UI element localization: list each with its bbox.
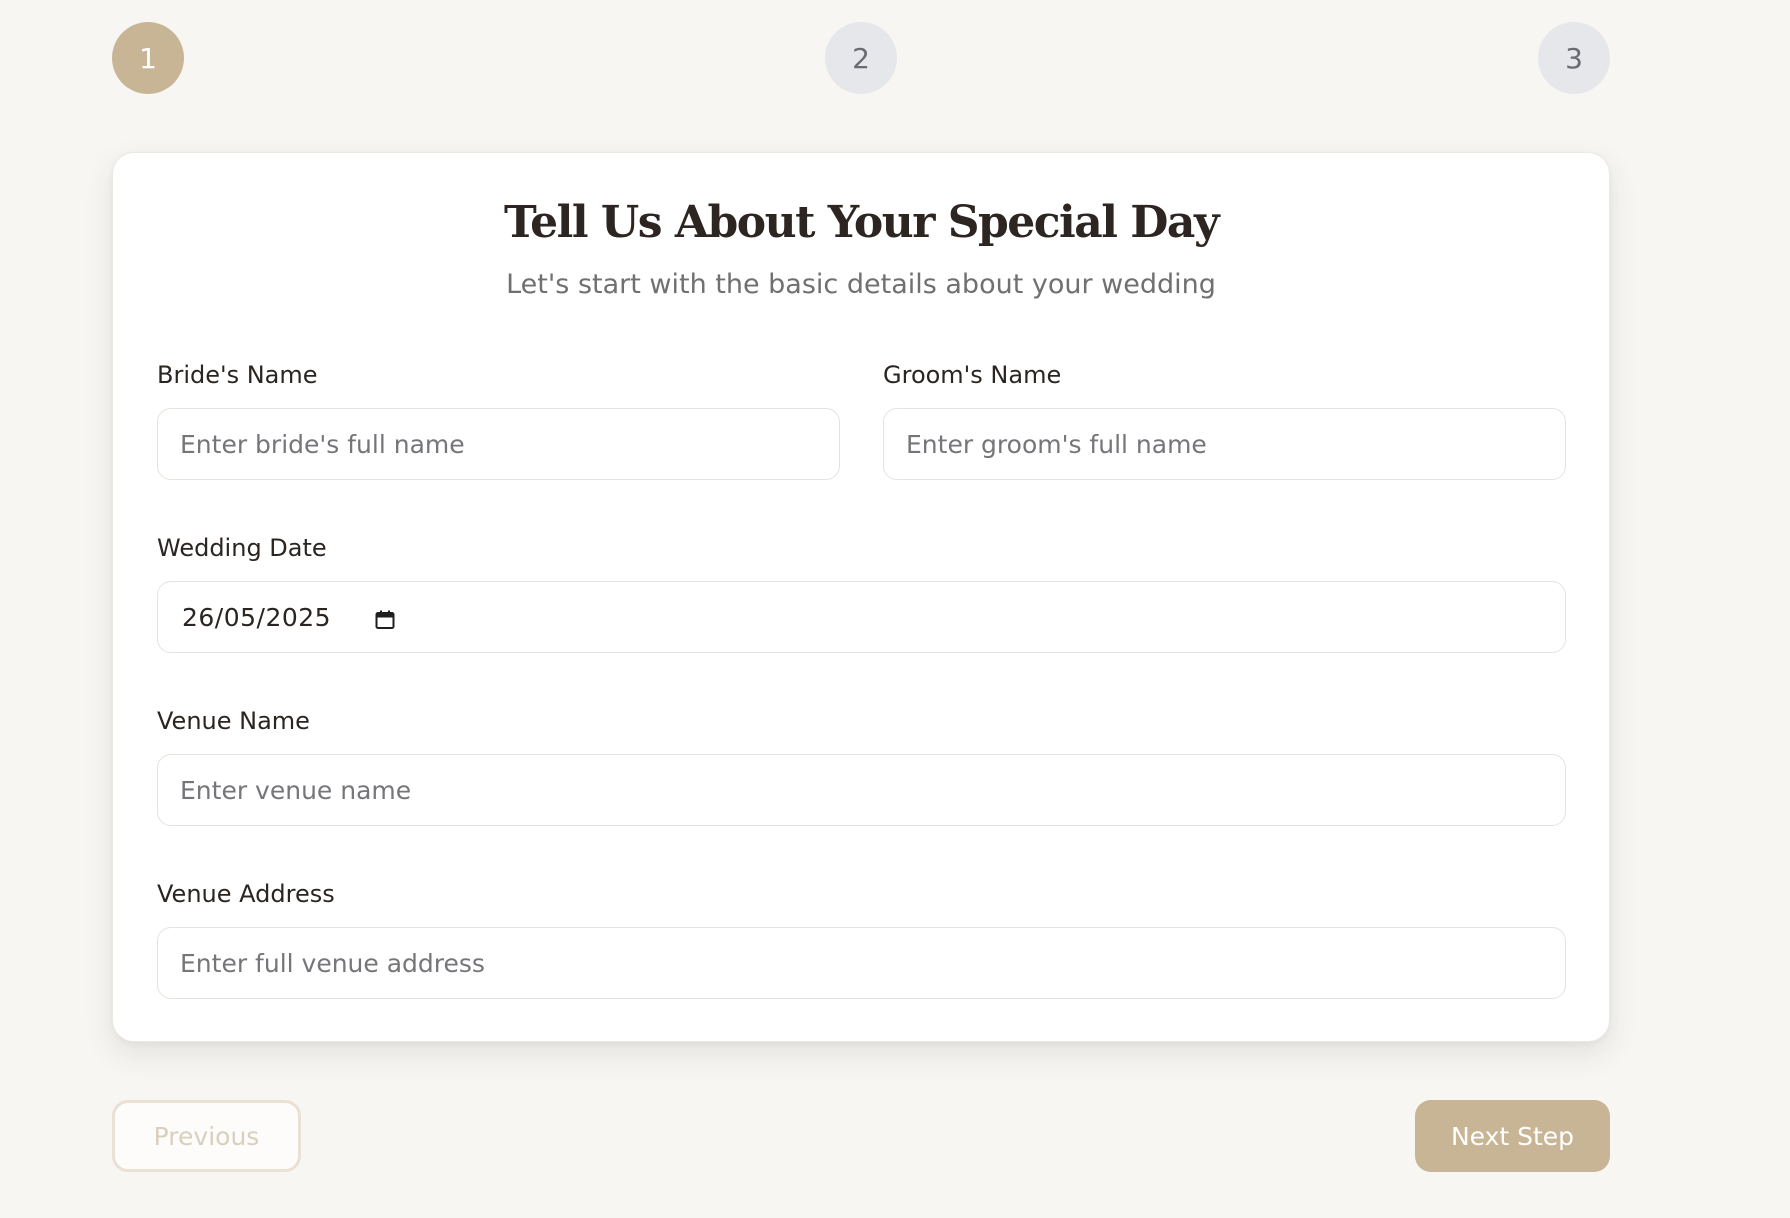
venue-name-input[interactable] [157,754,1566,826]
groom-name-label: Groom's Name [883,361,1062,389]
venue-address-label: Venue Address [157,880,335,908]
wedding-date-value: 26/05/2025 [182,602,332,632]
calendar-icon[interactable] [375,607,395,629]
groom-name-input[interactable] [883,408,1566,480]
step-2-indicator[interactable]: 2 [825,22,897,94]
form-title: Tell Us About Your Special Day [503,197,1220,248]
venue-address-input[interactable] [157,927,1566,999]
step-3-indicator[interactable]: 3 [1538,22,1610,94]
venue-name-label: Venue Name [157,707,310,735]
bride-name-input[interactable] [157,408,840,480]
form-subtitle: Let's start with the basic details about… [506,269,1216,300]
next-step-button[interactable]: Next Step [1415,1100,1610,1172]
wedding-date-input[interactable]: 26/05/2025 [157,581,1566,653]
previous-button[interactable]: Previous [112,1100,301,1172]
wedding-date-label: Wedding Date [157,534,327,562]
wedding-details-card: Tell Us About Your Special Day Let's sta… [112,152,1610,1042]
step-1-indicator[interactable]: 1 [112,22,184,94]
progress-stepper: 1 2 3 [112,22,1610,94]
bride-name-label: Bride's Name [157,361,318,389]
